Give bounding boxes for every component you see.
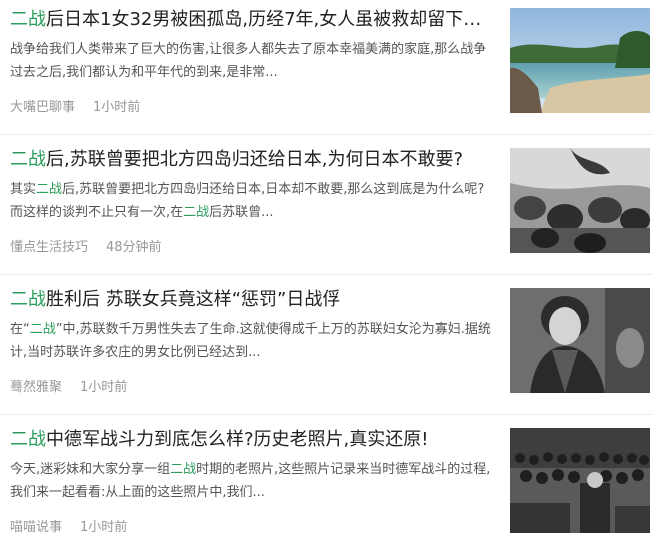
article-time: 1小时前 <box>93 100 141 115</box>
title-keyword: 二战 <box>10 429 46 450</box>
article-source[interactable]: 大嘴巴聊事 <box>10 100 75 115</box>
summary-text: 今天,迷彩妹和大家分享一组 <box>10 462 171 477</box>
article-time: 48分钟前 <box>106 240 162 255</box>
article-summary: 其实二战后,苏联曾要把北方四岛归还给日本,日本却不敢要,那么这到底是为什么呢?而… <box>10 178 492 224</box>
article-summary: 在“二战”中,苏联数千万男性失去了生命.这就使得成千上万的苏联妇女沦为寡妇.据统… <box>10 318 492 364</box>
article-meta: 懂点生活技巧 48分钟前 <box>10 236 162 255</box>
article-source[interactable]: 蓦然雅聚 <box>10 380 62 395</box>
woman-soldier-bw-photo[interactable] <box>510 288 650 393</box>
article-meta: 大嘴巴聊事 1小时前 <box>10 96 140 115</box>
island-beach-photo[interactable] <box>510 8 650 113</box>
article-item[interactable]: 二战后日本1女32男被困孤岛,历经7年,女人虽被救却留下… 战争给我们人类带来了… <box>0 0 662 128</box>
summary-text: 其实 <box>10 182 37 197</box>
thumbnail-image <box>510 148 650 253</box>
article-meta: 喵喵说事 1小时前 <box>10 516 127 535</box>
summary-keyword: 二战 <box>36 182 63 197</box>
article-summary: 今天,迷彩妹和大家分享一组二战时期的老照片,这些照片记录来当时德军战斗的过程,我… <box>10 458 492 504</box>
article-source[interactable]: 喵喵说事 <box>10 520 62 535</box>
summary-text: 在“ <box>10 322 30 337</box>
crowd-rally-bw-photo[interactable] <box>510 428 650 533</box>
article-time: 1小时前 <box>80 520 128 535</box>
summary-text: 后苏联曾... <box>209 205 274 220</box>
title-keyword: 二战 <box>10 289 46 310</box>
article-title[interactable]: 二战后,苏联曾要把北方四岛归还给日本,为何日本不敢要? <box>10 148 490 172</box>
soldiers-bw-photo[interactable] <box>510 148 650 253</box>
article-summary: 战争给我们人类带来了巨大的伤害,让很多人都失去了原本幸福美满的家庭,那么战争过去… <box>10 38 492 84</box>
article-title[interactable]: 二战后日本1女32男被困孤岛,历经7年,女人虽被救却留下… <box>10 8 490 32</box>
title-keyword: 二战 <box>10 9 46 30</box>
article-item[interactable]: 二战后,苏联曾要把北方四岛归还给日本,为何日本不敢要? 其实二战后,苏联曾要把北… <box>0 134 662 268</box>
article-item[interactable]: 二战胜利后 苏联女兵竟这样“惩罚”日战俘 在“二战”中,苏联数千万男性失去了生命… <box>0 274 662 408</box>
title-text: 胜利后 苏联女兵竟这样“惩罚”日战俘 <box>46 289 341 310</box>
thumbnail-image <box>510 288 650 393</box>
article-item[interactable]: 二战中德军战斗力到底怎么样?历史老照片,真实还原! 今天,迷彩妹和大家分享一组二… <box>0 414 662 548</box>
article-source[interactable]: 懂点生活技巧 <box>10 240 88 255</box>
thumbnail-image <box>510 8 650 113</box>
article-time: 1小时前 <box>80 380 128 395</box>
title-text: 后,苏联曾要把北方四岛归还给日本,为何日本不敢要? <box>46 149 463 170</box>
article-title[interactable]: 二战胜利后 苏联女兵竟这样“惩罚”日战俘 <box>10 288 490 312</box>
summary-keyword: 二战 <box>183 205 210 220</box>
title-text: 后日本1女32男被困孤岛,历经7年,女人虽被救却留下… <box>46 9 482 30</box>
article-meta: 蓦然雅聚 1小时前 <box>10 376 127 395</box>
summary-text: 战争给我们人类带来了巨大的伤害,让很多人都失去了原本幸福美满的家庭,那么战争过去… <box>10 42 487 80</box>
news-feed: 二战后日本1女32男被困孤岛,历经7年,女人虽被救却留下… 战争给我们人类带来了… <box>0 0 662 542</box>
summary-keyword: 二战 <box>170 462 197 477</box>
title-keyword: 二战 <box>10 149 46 170</box>
thumbnail-image <box>510 428 650 533</box>
title-text: 中德军战斗力到底怎么样?历史老照片,真实还原! <box>46 429 429 450</box>
summary-text: ”中,苏联数千万男性失去了生命.这就使得成千上万的苏联妇女沦为寡妇.据统计,当时… <box>10 322 491 360</box>
article-title[interactable]: 二战中德军战斗力到底怎么样?历史老照片,真实还原! <box>10 428 490 452</box>
summary-keyword: 二战 <box>29 322 56 337</box>
